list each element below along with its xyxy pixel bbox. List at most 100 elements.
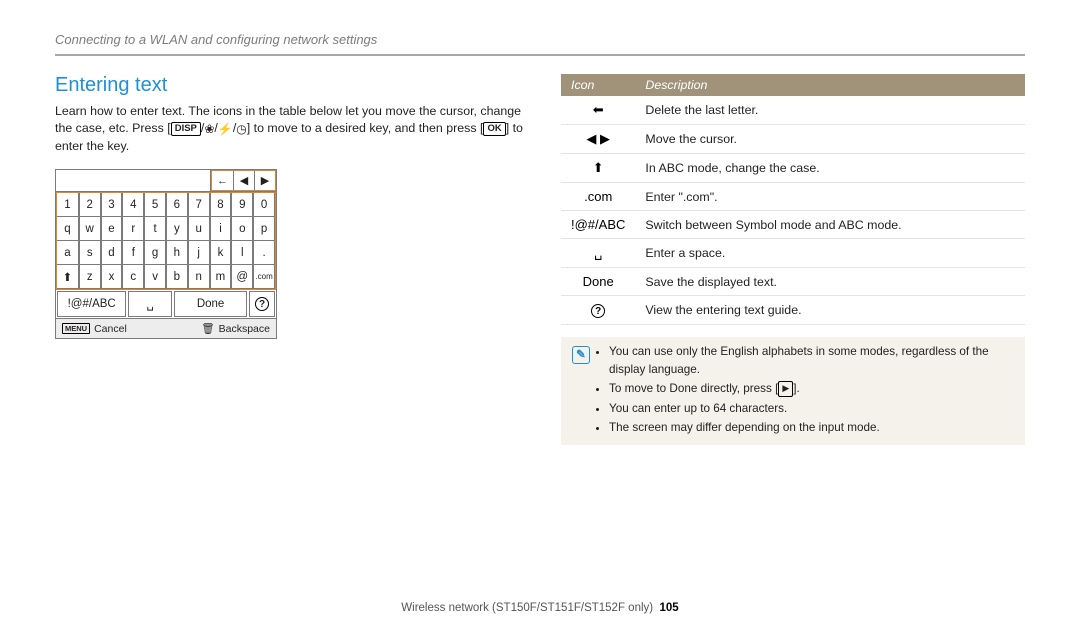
note2-a: To move to (609, 382, 669, 395)
key-v[interactable]: v (144, 265, 166, 289)
key-4[interactable]: 4 (122, 193, 144, 217)
keyboard-row-4: ⬆ z x c v b n m @ .com (57, 265, 275, 289)
table-row: Done Save the displayed text. (561, 268, 1025, 296)
shift-arrow-icon: ⬆ (561, 154, 635, 183)
cancel-label: Cancel (94, 323, 127, 335)
page-footer: Wireless network (ST150F/ST151F/ST152F o… (0, 602, 1080, 614)
key-8[interactable]: 8 (210, 193, 232, 217)
menu-key-icon: MENU (62, 323, 90, 334)
footer-section-text: Wireless network (ST150F/ST151F/ST152F o… (401, 602, 653, 614)
keyboard-text-field[interactable] (56, 170, 211, 191)
key-d[interactable]: d (101, 241, 123, 265)
key-symbol-mode[interactable]: !@#/ABC (57, 291, 126, 317)
key-3[interactable]: 3 (101, 193, 123, 217)
key-u[interactable]: u (188, 217, 210, 241)
key-r[interactable]: r (122, 217, 144, 241)
left-column: Entering text Learn how to enter text. T… (55, 74, 527, 445)
desc-shift: In ABC mode, change the case. (635, 154, 1025, 183)
desc-backspace: Delete the last letter. (635, 96, 1025, 125)
key-y[interactable]: y (166, 217, 188, 241)
disp-key-icon: DISP (171, 122, 201, 136)
page-number: 105 (660, 602, 679, 614)
key-a[interactable]: a (57, 241, 79, 265)
desc-done: Save the displayed text. (635, 268, 1025, 296)
key-b[interactable]: b (166, 265, 188, 289)
key-0[interactable]: 0 (253, 193, 275, 217)
keyboard-bottom-row: !@#/ABC ␣ Done ? (56, 290, 276, 318)
macro-icon: ❀ (204, 121, 214, 138)
key-shift[interactable]: ⬆ (57, 265, 79, 289)
key-h[interactable]: h (166, 241, 188, 265)
key-done[interactable]: Done (174, 291, 247, 317)
key-at[interactable]: @ (231, 265, 253, 289)
key-s[interactable]: s (79, 241, 101, 265)
note-item-4: The screen may differ depending on the i… (609, 419, 1015, 437)
help-icon: ? (255, 297, 269, 311)
keyboard-footer: MENU Cancel 🗑 Backspace (56, 318, 276, 338)
table-row: ? View the entering text guide. (561, 296, 1025, 325)
note-item-2: To move to Done directly, press [▶]. (609, 380, 1015, 398)
section-title: Entering text (55, 74, 527, 97)
keyboard-row-2: q w e r t y u i o p (57, 217, 275, 241)
icon-description-table: Icon Description ⬅ Delete the last lette… (561, 74, 1025, 325)
key-1[interactable]: 1 (57, 193, 79, 217)
key-7[interactable]: 7 (188, 193, 210, 217)
note-badge: ✎ (567, 343, 595, 439)
note2-b: directly, press [ (697, 382, 778, 395)
backspace-label: Backspace (219, 323, 270, 335)
key-p[interactable]: p (253, 217, 275, 241)
key-z[interactable]: z (79, 265, 101, 289)
key-q[interactable]: q (57, 217, 79, 241)
cursor-right-key[interactable]: ▶ (254, 171, 275, 190)
note-item-1: You can use only the English alphabets i… (609, 343, 1015, 378)
space-icon: ␣ (561, 239, 635, 268)
cursor-left-key[interactable]: ◀ (233, 171, 254, 190)
key-k[interactable]: k (210, 241, 232, 265)
key-c[interactable]: c (122, 265, 144, 289)
desc-symabc: Switch between Symbol mode and ABC mode. (635, 211, 1025, 239)
left-right-arrows-icon: ◀ ▶ (561, 125, 635, 154)
keyboard-row-3: a s d f g h j k l . (57, 241, 275, 265)
key-f[interactable]: f (122, 241, 144, 265)
desc-dotcom: Enter ".com". (635, 183, 1025, 211)
key-o[interactable]: o (231, 217, 253, 241)
th-description: Description (635, 74, 1025, 96)
key-x[interactable]: x (101, 265, 123, 289)
desc-help: View the entering text guide. (635, 296, 1025, 325)
note-list: You can use only the English alphabets i… (595, 343, 1015, 439)
onscreen-keyboard: ← ◀ ▶ 1 2 3 4 5 6 7 8 9 (55, 169, 277, 339)
breadcrumb-header: Connecting to a WLAN and configuring net… (55, 32, 1025, 56)
timer-icon: ◷ (236, 121, 246, 138)
key-n[interactable]: n (188, 265, 210, 289)
help-circle-icon: ? (561, 296, 635, 325)
key-dotcom[interactable]: .com (253, 265, 275, 289)
key-space[interactable]: ␣ (128, 291, 172, 317)
desc-space: Enter a space. (635, 239, 1025, 268)
play-key-icon: ▶ (778, 381, 793, 397)
footer-cancel: MENU Cancel (56, 319, 195, 338)
key-period[interactable]: . (253, 241, 275, 265)
key-j[interactable]: j (188, 241, 210, 265)
key-2[interactable]: 2 (79, 193, 101, 217)
backspace-arrow-icon: ⬅ (561, 96, 635, 125)
ok-key-icon: OK (483, 122, 505, 136)
note-item-3: You can enter up to 64 characters. (609, 400, 1015, 418)
key-w[interactable]: w (79, 217, 101, 241)
key-t[interactable]: t (144, 217, 166, 241)
key-6[interactable]: 6 (166, 193, 188, 217)
key-l[interactable]: l (231, 241, 253, 265)
key-g[interactable]: g (144, 241, 166, 265)
key-5[interactable]: 5 (144, 193, 166, 217)
backspace-key[interactable]: ← (212, 171, 233, 190)
key-9[interactable]: 9 (231, 193, 253, 217)
table-row: ⬅ Delete the last letter. (561, 96, 1025, 125)
key-m[interactable]: m (210, 265, 232, 289)
table-row: .com Enter ".com". (561, 183, 1025, 211)
key-i[interactable]: i (210, 217, 232, 241)
intro-paragraph: Learn how to enter text. The icons in th… (55, 103, 527, 155)
table-row: ␣ Enter a space. (561, 239, 1025, 268)
desc-move-cursor: Move the cursor. (635, 125, 1025, 154)
key-e[interactable]: e (101, 217, 123, 241)
note-box: ✎ You can use only the English alphabets… (561, 337, 1025, 445)
key-help[interactable]: ? (249, 291, 275, 317)
